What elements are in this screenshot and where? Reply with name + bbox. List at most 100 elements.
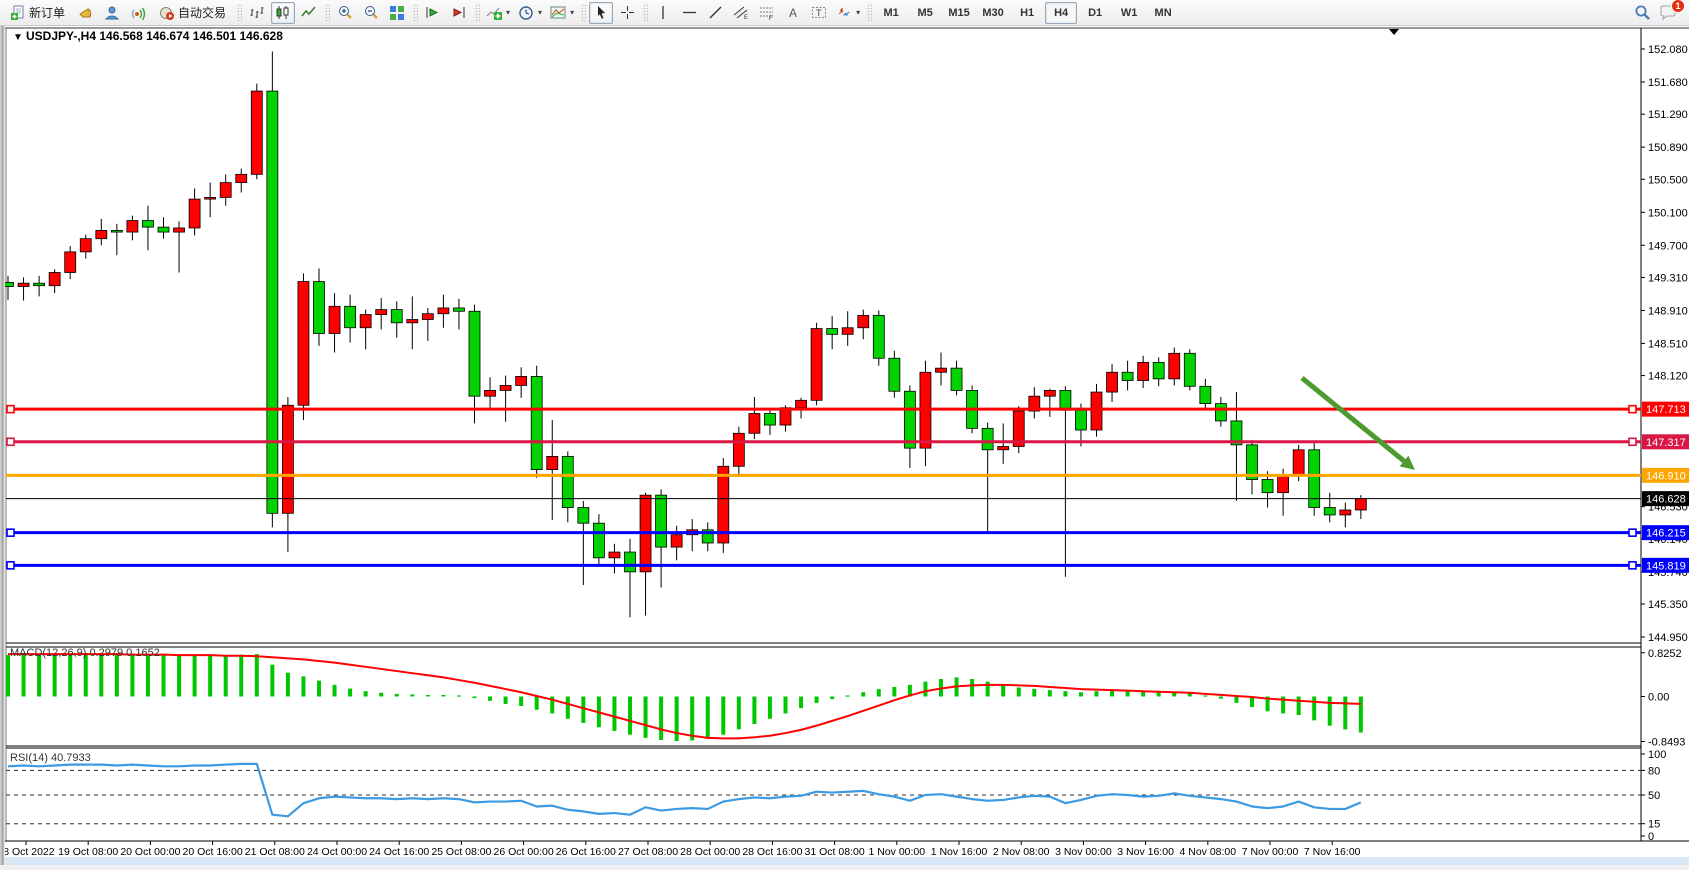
toolbar-grip xyxy=(324,3,330,23)
svg-text:0.00: 0.00 xyxy=(1648,692,1669,704)
text-label-icon: T xyxy=(811,5,827,20)
vertical-line-icon xyxy=(656,5,670,20)
text-button[interactable]: A xyxy=(781,2,805,24)
signals-button[interactable] xyxy=(126,2,150,24)
new-order-label: 新订单 xyxy=(29,4,65,21)
notification-badge: 1 xyxy=(1671,0,1685,13)
chart-candles-button[interactable] xyxy=(271,2,295,24)
chevron-down-icon: ▾ xyxy=(506,8,510,17)
autoscroll-button[interactable] xyxy=(421,2,445,24)
autotrade-button[interactable]: 自动交易 xyxy=(152,2,233,24)
svg-text:26 Oct 16:00: 26 Oct 16:00 xyxy=(556,846,616,858)
chat-button[interactable]: 1 xyxy=(1656,2,1680,24)
timeframe-m30-button[interactable]: M30 xyxy=(977,2,1009,24)
svg-text:146.628: 146.628 xyxy=(1646,494,1686,506)
tile-windows-button[interactable] xyxy=(385,2,409,24)
toolbar-grip xyxy=(866,3,872,23)
bars-chart-icon xyxy=(249,5,265,20)
svg-text:4 Nov 08:00: 4 Nov 08:00 xyxy=(1179,846,1236,858)
svg-text:24 Oct 16:00: 24 Oct 16:00 xyxy=(369,846,429,858)
chart-canvas[interactable]: ▼USDJPY-,H4 146.568 146.674 146.501 146.… xyxy=(0,26,1689,865)
new-order-button[interactable]: 新订单 xyxy=(4,2,72,24)
svg-text:F: F xyxy=(769,16,773,20)
svg-text:152.080: 152.080 xyxy=(1648,44,1688,56)
svg-text:7 Nov 16:00: 7 Nov 16:00 xyxy=(1304,846,1361,858)
autotrade-label: 自动交易 xyxy=(178,4,226,21)
svg-text:149.700: 149.700 xyxy=(1648,240,1688,252)
zoom-out-button[interactable] xyxy=(359,2,383,24)
clock-icon xyxy=(518,5,534,21)
svg-text:20 Oct 16:00: 20 Oct 16:00 xyxy=(183,846,243,858)
zoom-in-icon xyxy=(337,5,353,21)
svg-text:28 Oct 00:00: 28 Oct 00:00 xyxy=(680,846,740,858)
svg-text:144.950: 144.950 xyxy=(1648,632,1688,644)
svg-text:26 Oct 00:00: 26 Oct 00:00 xyxy=(494,846,554,858)
timeframe-h1-button[interactable]: H1 xyxy=(1011,2,1043,24)
channel-button[interactable]: E xyxy=(729,2,753,24)
text-icon: A xyxy=(786,5,800,20)
svg-text:151.680: 151.680 xyxy=(1648,77,1688,89)
svg-text:149.310: 149.310 xyxy=(1648,272,1688,284)
toolbar-grip xyxy=(236,3,242,23)
svg-text:▼: ▼ xyxy=(13,32,23,43)
svg-text:27 Oct 08:00: 27 Oct 08:00 xyxy=(618,846,678,858)
cursor-button[interactable] xyxy=(589,2,613,24)
svg-text:0.8252: 0.8252 xyxy=(1648,648,1682,660)
svg-text:148.510: 148.510 xyxy=(1648,338,1688,350)
trendline-button[interactable] xyxy=(703,2,727,24)
svg-text:-0.8493: -0.8493 xyxy=(1648,737,1685,749)
svg-text:150.500: 150.500 xyxy=(1648,174,1688,186)
chart-line-button[interactable] xyxy=(297,2,321,24)
rsi-label: RSI(14) 40.7933 xyxy=(10,752,91,764)
svg-text:0: 0 xyxy=(1648,831,1654,843)
svg-text:T: T xyxy=(816,8,822,18)
signal-icon xyxy=(130,5,146,20)
arrows-button[interactable]: ▾ xyxy=(833,2,863,24)
community-button[interactable] xyxy=(100,2,124,24)
timeframe-m15-button[interactable]: M15 xyxy=(943,2,975,24)
fibonacci-icon: F xyxy=(759,5,775,20)
vertical-line-button[interactable] xyxy=(651,2,675,24)
svg-text:28 Oct 16:00: 28 Oct 16:00 xyxy=(742,846,802,858)
chart-shift-icon xyxy=(451,5,467,20)
svg-text:150.890: 150.890 xyxy=(1648,142,1688,154)
indicators-button[interactable]: ▾ xyxy=(483,2,513,24)
chart-shift-button[interactable] xyxy=(447,2,471,24)
timeframe-h4-button[interactable]: H4 xyxy=(1045,2,1077,24)
chart-window: ▼USDJPY-,H4 146.568 146.674 146.501 146.… xyxy=(0,26,1689,865)
svg-text:147.713: 147.713 xyxy=(1646,404,1686,416)
horizontal-line-button[interactable] xyxy=(677,2,701,24)
crosshair-button[interactable] xyxy=(615,2,639,24)
svg-text:146.910: 146.910 xyxy=(1646,470,1686,482)
svg-text:31 Oct 08:00: 31 Oct 08:00 xyxy=(805,846,865,858)
timeframe-mn-button[interactable]: MN xyxy=(1147,2,1179,24)
zoom-in-button[interactable] xyxy=(333,2,357,24)
autotrade-icon xyxy=(159,5,175,20)
svg-text:3 Nov 00:00: 3 Nov 00:00 xyxy=(1055,846,1112,858)
fibonacci-button[interactable]: F xyxy=(755,2,779,24)
arrows-icon xyxy=(836,5,852,20)
news-button[interactable] xyxy=(74,2,98,24)
chart-bars-button[interactable] xyxy=(245,2,269,24)
search-button[interactable] xyxy=(1630,2,1654,24)
templates-button[interactable]: ▾ xyxy=(547,2,577,24)
svg-text:3 Nov 16:00: 3 Nov 16:00 xyxy=(1117,846,1174,858)
svg-text:148.120: 148.120 xyxy=(1648,371,1688,383)
toolbar-grip xyxy=(474,3,480,23)
timeframe-m1-button[interactable]: M1 xyxy=(875,2,907,24)
svg-text:2 Nov 08:00: 2 Nov 08:00 xyxy=(993,846,1050,858)
text-label-button[interactable]: T xyxy=(807,2,831,24)
toolbar-grip xyxy=(642,3,648,23)
tile-windows-icon xyxy=(389,5,405,20)
timeframe-m5-button[interactable]: M5 xyxy=(909,2,941,24)
timeframe-d1-button[interactable]: D1 xyxy=(1079,2,1111,24)
toolbar-grip xyxy=(412,3,418,23)
svg-text:USDJPY-,H4 146.568 146.674 14: USDJPY-,H4 146.568 146.674 146.501 146.6… xyxy=(26,29,283,43)
svg-text:145.819: 145.819 xyxy=(1646,560,1686,572)
periods-button[interactable]: ▾ xyxy=(515,2,545,24)
svg-text:A: A xyxy=(789,6,797,20)
timeframe-w1-button[interactable]: W1 xyxy=(1113,2,1145,24)
cursor-icon xyxy=(594,5,609,20)
horn-icon xyxy=(78,5,94,20)
template-icon xyxy=(550,5,566,20)
